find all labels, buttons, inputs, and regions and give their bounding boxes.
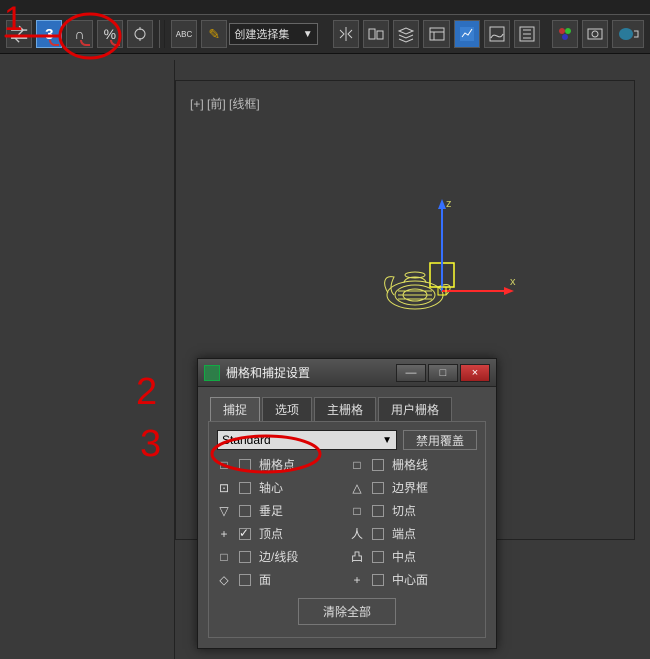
edge-icon: □ [217, 550, 231, 564]
vertex-icon: + [217, 527, 231, 541]
curve-editor-button[interactable] [484, 20, 510, 48]
pencil-icon: ✎ [208, 26, 220, 43]
vertex-checkbox[interactable] [239, 528, 251, 540]
midpoint-label: 中点 [392, 548, 477, 565]
grid-line-label: 栅格线 [392, 456, 477, 473]
schematic-view-button[interactable] [514, 20, 540, 48]
grid-line-icon: □ [350, 458, 364, 472]
dropdown-arrow-icon: ▼ [382, 435, 392, 446]
graph-editors-button[interactable] [454, 20, 480, 48]
perp-checkbox[interactable] [239, 505, 251, 517]
selection-set-label: 创建选择集 [234, 26, 289, 42]
left-panel [0, 60, 175, 659]
edit-named-selection[interactable]: ✎ [201, 20, 227, 48]
tab-options[interactable]: 选项 [262, 397, 312, 421]
clear-all-button[interactable]: 清除全部 [298, 598, 396, 625]
bbox-label: 边界框 [392, 479, 477, 496]
material-editor-button[interactable] [552, 20, 578, 48]
endpoint-label: 端点 [392, 525, 477, 542]
dialog-icon [204, 365, 220, 381]
window-close-button[interactable]: × [460, 364, 490, 382]
tangent-checkbox[interactable] [372, 505, 384, 517]
pivot-checkbox[interactable] [239, 482, 251, 494]
spinner-button[interactable] [6, 20, 32, 48]
tangent-label: 切点 [392, 502, 477, 519]
bbox-checkbox[interactable] [372, 482, 384, 494]
override-set-value: Standard [222, 433, 271, 447]
snap-toggle-3d[interactable]: 3 [36, 20, 62, 48]
midpoint-icon: 凸 [350, 550, 364, 564]
grid-line-checkbox[interactable] [372, 459, 384, 471]
axis-z-label: z [446, 198, 452, 210]
face-label: 面 [259, 571, 344, 588]
layers-button[interactable] [393, 20, 419, 48]
window-minimize-button[interactable]: — [396, 364, 426, 382]
render-button[interactable] [612, 20, 644, 48]
grid-point-label: 栅格点 [259, 456, 344, 473]
snap-arc-icon [80, 40, 90, 46]
disable-override-button[interactable]: 禁用覆盖 [403, 430, 477, 450]
percent-snap-toggle[interactable]: % [97, 20, 123, 48]
axis-x-label: x [510, 276, 516, 288]
face-checkbox[interactable] [239, 574, 251, 586]
dialog-tabs: 捕捉 选项 主栅格 用户栅格 [208, 393, 486, 421]
edge-checkbox[interactable] [239, 551, 251, 563]
vertex-label: 顶点 [259, 525, 344, 542]
tab-user-grid[interactable]: 用户栅格 [378, 397, 452, 421]
midpoint-checkbox[interactable] [372, 551, 384, 563]
angle-snap-toggle[interactable]: ∩ [66, 20, 92, 48]
pivot-icon: ⊡ [217, 481, 231, 495]
dialog-titlebar[interactable]: 栅格和捕捉设置 — □ × [198, 359, 496, 387]
dropdown-arrow-icon: ▼ [303, 29, 313, 40]
spinner-snap-toggle[interactable] [127, 20, 153, 48]
snap-options-grid: □ 栅格点 □ 栅格线 ⊡ 轴心 △ 边界框 ▽ 垂足 □ 切点 [217, 456, 477, 588]
snap-arc-icon [110, 40, 120, 46]
dialog-title: 栅格和捕捉设置 [226, 364, 396, 381]
endpoint-checkbox[interactable] [372, 528, 384, 540]
snap-tab-panel: Standard ▼ 禁用覆盖 □ 栅格点 □ 栅格线 ⊡ 轴心 △ 边界框 [208, 421, 486, 638]
center-face-icon: + [350, 573, 364, 587]
tab-snap[interactable]: 捕捉 [210, 397, 260, 421]
perp-label: 垂足 [259, 502, 344, 519]
perp-icon: ▽ [217, 504, 231, 518]
tangent-icon: □ [350, 504, 364, 518]
align-button[interactable] [363, 20, 389, 48]
grid-and-snap-settings-dialog: 栅格和捕捉设置 — □ × 捕捉 选项 主栅格 用户栅格 Standard ▼ … [197, 358, 497, 649]
grid-point-icon: □ [217, 458, 231, 472]
edge-label: 边/线段 [259, 548, 344, 565]
viewport-label[interactable]: [+] [前] [线框] [190, 95, 260, 112]
toolbar-separator [159, 20, 165, 48]
bbox-icon: △ [350, 481, 364, 495]
render-setup-button[interactable] [582, 20, 608, 48]
teapot-gizmo: z x [380, 195, 520, 325]
center-face-label: 中心面 [392, 571, 477, 588]
override-set-dropdown[interactable]: Standard ▼ [217, 430, 397, 450]
center-face-checkbox[interactable] [372, 574, 384, 586]
abc-button[interactable]: ABC [171, 20, 197, 48]
endpoint-icon: 人 [350, 527, 364, 541]
pivot-label: 轴心 [259, 479, 344, 496]
window-maximize-button[interactable]: □ [428, 364, 458, 382]
mirror-button[interactable] [333, 20, 359, 48]
snap-arc-icon [49, 40, 59, 46]
selection-set-dropdown[interactable]: 创建选择集 ▼ [229, 23, 317, 45]
main-toolbar: 3 ∩ % ABC ✎ 创建选择集 ▼ [0, 14, 650, 54]
tab-home-grid[interactable]: 主栅格 [314, 397, 376, 421]
layer-manager-button[interactable] [423, 20, 449, 48]
face-icon: ◇ [217, 573, 231, 587]
grid-point-checkbox[interactable] [239, 459, 251, 471]
